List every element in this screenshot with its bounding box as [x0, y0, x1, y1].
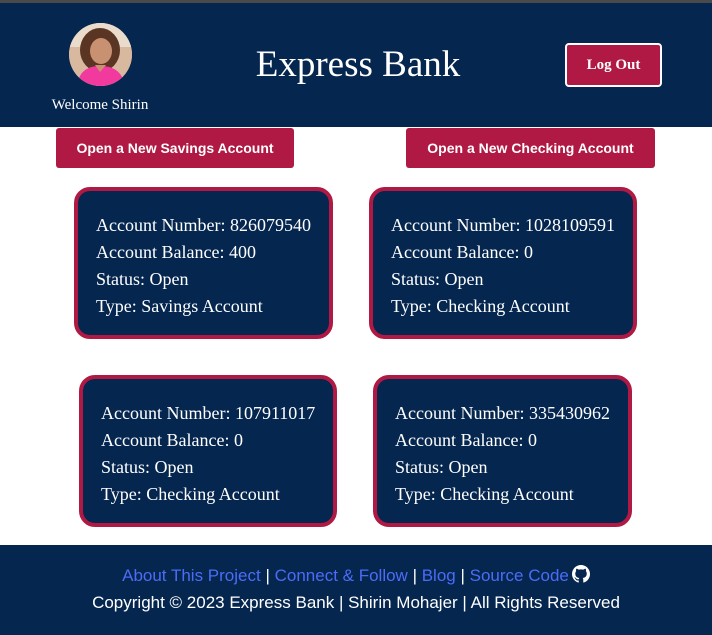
- account-number: Account Number: 107911017: [101, 403, 316, 423]
- account-type: Type: Checking Account: [101, 484, 280, 504]
- account-status: Status: Open: [96, 269, 189, 289]
- account-balance: Account Balance: 0: [101, 430, 243, 450]
- open-savings-account-button[interactable]: Open a New Savings Account: [56, 128, 294, 168]
- open-checking-account-button[interactable]: Open a New Checking Account: [406, 128, 655, 168]
- app-title: Express Bank: [255, 44, 461, 85]
- avatar: [69, 23, 132, 86]
- account-status: Status: Open: [395, 457, 488, 477]
- footer-links: About This Project | Connect & Follow | …: [0, 565, 712, 586]
- about-project-link[interactable]: About This Project: [122, 566, 261, 585]
- account-balance: Account Balance: 0: [395, 430, 537, 450]
- account-number: Account Number: 1028109591: [391, 215, 615, 235]
- account-type: Type: Checking Account: [391, 296, 570, 316]
- account-card[interactable]: Account Number: 1028109591 Account Balan…: [369, 187, 637, 339]
- account-card[interactable]: Account Number: 826079540 Account Balanc…: [74, 187, 333, 339]
- account-status: Status: Open: [101, 457, 194, 477]
- account-balance: Account Balance: 400: [96, 242, 256, 262]
- account-number: Account Number: 335430962: [395, 403, 610, 423]
- github-icon[interactable]: [571, 565, 590, 583]
- account-type: Type: Checking Account: [395, 484, 574, 504]
- account-status: Status: Open: [391, 269, 484, 289]
- account-card[interactable]: Account Number: 107911017 Account Balanc…: [79, 375, 337, 527]
- app-header: Welcome Shirin Express Bank Log Out: [0, 3, 712, 127]
- app-footer: About This Project | Connect & Follow | …: [0, 545, 712, 635]
- logout-button[interactable]: Log Out: [565, 43, 662, 87]
- account-number: Account Number: 826079540: [96, 215, 311, 235]
- account-type: Type: Savings Account: [96, 296, 263, 316]
- account-balance: Account Balance: 0: [391, 242, 533, 262]
- footer-separator: |: [265, 566, 270, 585]
- account-card[interactable]: Account Number: 335430962 Account Balanc…: [373, 375, 632, 527]
- footer-separator: |: [460, 566, 465, 585]
- welcome-text: Welcome Shirin: [51, 97, 149, 113]
- blog-link[interactable]: Blog: [422, 566, 456, 585]
- copyright-text: Copyright © 2023 Express Bank | Shirin M…: [92, 593, 620, 612]
- footer-separator: |: [412, 566, 417, 585]
- source-code-link[interactable]: Source Code: [470, 566, 569, 585]
- user-photo: [69, 23, 132, 86]
- connect-follow-link[interactable]: Connect & Follow: [275, 566, 408, 585]
